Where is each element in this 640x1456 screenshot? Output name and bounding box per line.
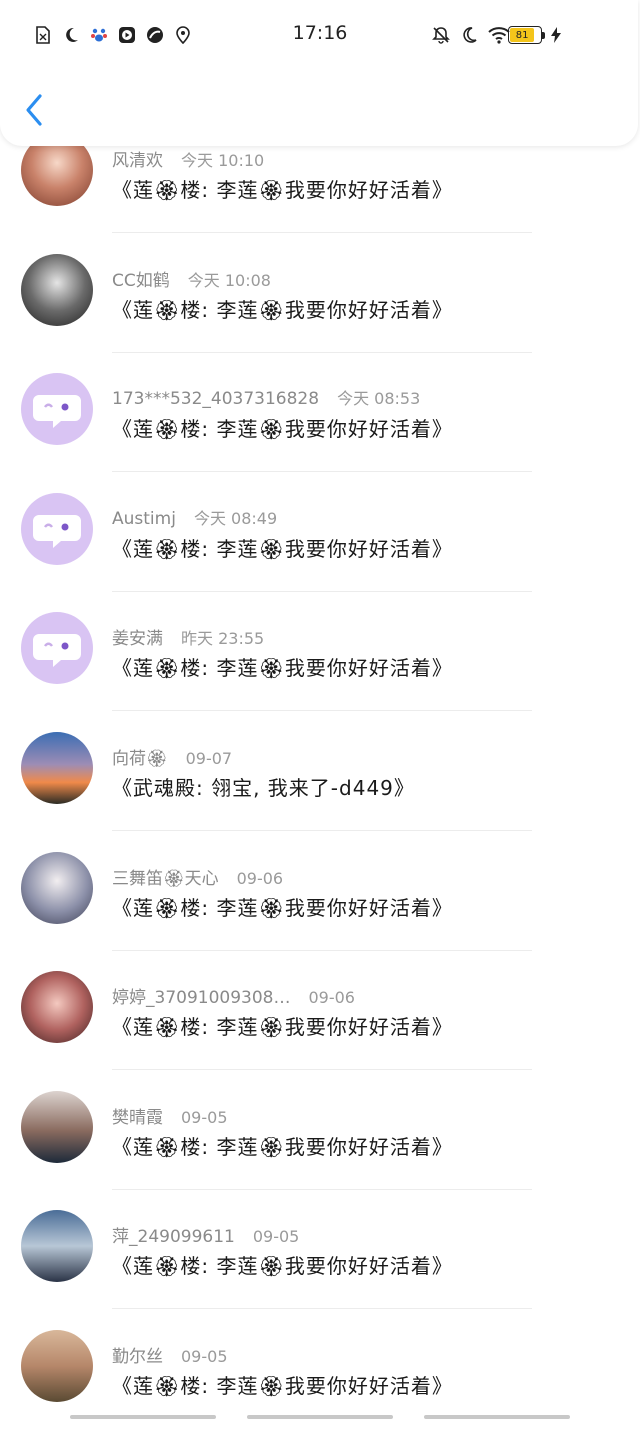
avatar[interactable]	[21, 492, 93, 565]
list-item[interactable]: 姜安满 昨天 23:55 《莲🏵楼: 李莲🏵我要你好好活着》	[0, 612, 640, 738]
comment-text: 《莲🏵楼: 李莲🏵我要你好好活着》	[112, 656, 453, 681]
list-item[interactable]: 婷婷_37091009308… 09-06 《莲🏵楼: 李莲🏵我要你好好活着》	[0, 971, 640, 1097]
username[interactable]: 勤尔丝	[112, 1347, 163, 1367]
divider	[112, 830, 532, 831]
comment-meta: 勤尔丝 09-05	[112, 1342, 228, 1367]
avatar[interactable]	[21, 1330, 93, 1402]
status-right-icons	[432, 26, 510, 44]
header-card: 17:16 81	[0, 0, 638, 146]
list-item[interactable]: 萍_249099611 09-05 《莲🏵楼: 李莲🏵我要你好好活着》	[0, 1210, 640, 1336]
battery-percent: 81	[515, 29, 529, 41]
chevron-left-icon	[26, 94, 42, 126]
battery-level: 81	[510, 28, 535, 42]
divider	[112, 232, 532, 233]
home-indicator-right	[424, 1415, 570, 1419]
chat-bubble-icon	[33, 395, 81, 429]
comment-meta: 婷婷_37091009308… 09-06	[112, 983, 355, 1008]
username[interactable]: Austimj	[112, 509, 176, 529]
username[interactable]: 樊晴霞	[112, 1108, 163, 1128]
comment-meta: 樊晴霞 09-05	[112, 1103, 228, 1128]
list-item[interactable]: 勤尔丝 09-05 《莲🏵楼: 李莲🏵我要你好好活着》	[0, 1330, 640, 1456]
timestamp: 09-05	[181, 1107, 228, 1127]
comment-text: 《莲🏵楼: 李莲🏵我要你好好活着》	[112, 297, 453, 322]
divider	[112, 471, 532, 473]
username[interactable]: 萍_249099611	[112, 1227, 235, 1247]
timestamp: 今天 08:53	[337, 389, 421, 409]
list-item[interactable]: 向荷🏵 09-07 《武魂殿: 翎宝, 我来了-d449》	[0, 732, 640, 858]
comment-text: 《莲🏵楼: 李莲🏵我要你好好活着》	[112, 178, 453, 202]
timestamp: 09-06	[308, 988, 355, 1008]
home-indicator-left	[70, 1415, 216, 1419]
timestamp: 09-05	[181, 1347, 228, 1366]
wifi-icon	[488, 26, 510, 44]
username[interactable]: 向荷🏵	[112, 749, 168, 769]
avatar[interactable]	[21, 612, 93, 685]
comment-text: 《莲🏵楼: 李莲🏵我要你好好活着》	[112, 1134, 453, 1159]
avatar[interactable]	[21, 851, 93, 924]
username[interactable]: 婷婷_37091009308…	[112, 988, 290, 1008]
comment-meta: 姜安满 昨天 23:55	[112, 624, 264, 649]
list-item[interactable]: 173***532_4037316828 今天 08:53 《莲🏵楼: 李莲🏵我要你…	[0, 373, 640, 499]
timestamp: 09-05	[252, 1227, 300, 1247]
avatar[interactable]	[21, 253, 93, 326]
username[interactable]: 风清欢	[112, 151, 163, 171]
list-item[interactable]: Austimj 今天 08:49 《莲🏵楼: 李莲🏵我要你好好活着》	[0, 492, 640, 619]
username[interactable]: 173***532_4037316828	[112, 389, 319, 409]
list-item[interactable]: 风清欢 今天 10:10 《莲🏵楼: 李莲🏵我要你好好活着》	[0, 134, 640, 260]
divider	[112, 1069, 532, 1071]
chat-bubble-icon	[33, 634, 81, 668]
battery-icon: 81	[508, 26, 542, 44]
username[interactable]: 三舞笛🏵天心	[112, 869, 219, 889]
comment-text: 《莲🏵楼: 李莲🏵我要你好好活着》	[112, 417, 453, 442]
back-button[interactable]	[22, 92, 50, 128]
comment-meta: 风清欢 今天 10:10	[112, 146, 264, 171]
moon-icon	[460, 26, 478, 44]
chat-bubble-icon	[33, 514, 81, 548]
mute-bell-icon	[432, 26, 450, 44]
battery-tip	[542, 32, 545, 39]
timestamp: 09-06	[236, 868, 284, 888]
username[interactable]: 姜安满	[112, 629, 163, 649]
list-item[interactable]: CC如鹤 今天 10:08 《莲🏵楼: 李莲🏵我要你好好活着》	[0, 253, 640, 380]
home-indicator-center[interactable]	[247, 1415, 393, 1419]
comment-text: 《莲🏵楼: 李莲🏵我要你好好活着》	[112, 895, 453, 920]
comment-text: 《武魂殿: 翎宝, 我来了-d449》	[112, 776, 415, 800]
comment-text: 《莲🏵楼: 李莲🏵我要你好好活着》	[112, 536, 453, 561]
divider	[112, 949, 532, 951]
comment-text: 《莲🏵楼: 李莲🏵我要你好好活着》	[112, 1374, 453, 1398]
avatar[interactable]	[21, 1210, 93, 1283]
timestamp: 今天 10:10	[181, 151, 265, 170]
comment-meta: 三舞笛🏵天心 09-06	[112, 864, 283, 889]
comment-text: 《莲🏵楼: 李莲🏵我要你好好活着》	[112, 1015, 453, 1040]
comment-text: 《莲🏵楼: 李莲🏵我要你好好活着》	[112, 1254, 453, 1279]
divider	[112, 710, 532, 712]
timestamp: 今天 08:49	[193, 508, 278, 528]
avatar[interactable]	[21, 373, 93, 446]
comment-meta: Austimj 今天 08:49	[112, 505, 277, 529]
timestamp: 昨天 23:55	[181, 629, 265, 649]
list-item[interactable]: 三舞笛🏵天心 09-06 《莲🏵楼: 李莲🏵我要你好好活着》	[0, 851, 640, 978]
timestamp: 今天 10:08	[187, 270, 271, 290]
divider	[112, 1188, 532, 1190]
comment-meta: CC如鹤 今天 10:08	[112, 266, 271, 291]
avatar[interactable]	[21, 732, 93, 804]
divider	[112, 590, 532, 592]
divider	[112, 351, 532, 353]
charging-icon	[550, 26, 562, 48]
avatar[interactable]	[21, 971, 93, 1044]
comment-meta: 萍_249099611 09-05	[112, 1222, 299, 1247]
list-item[interactable]: 樊晴霞 09-05 《莲🏵楼: 李莲🏵我要你好好活着》	[0, 1090, 640, 1217]
comment-meta: 173***532_4037316828 今天 08:53	[112, 385, 420, 409]
timestamp: 09-07	[185, 749, 233, 768]
avatar[interactable]	[21, 1090, 93, 1163]
status-bar: 17:16 81	[0, 18, 640, 54]
divider	[112, 1308, 532, 1310]
comment-meta: 向荷🏵 09-07	[112, 744, 232, 769]
username[interactable]: CC如鹤	[112, 271, 170, 291]
